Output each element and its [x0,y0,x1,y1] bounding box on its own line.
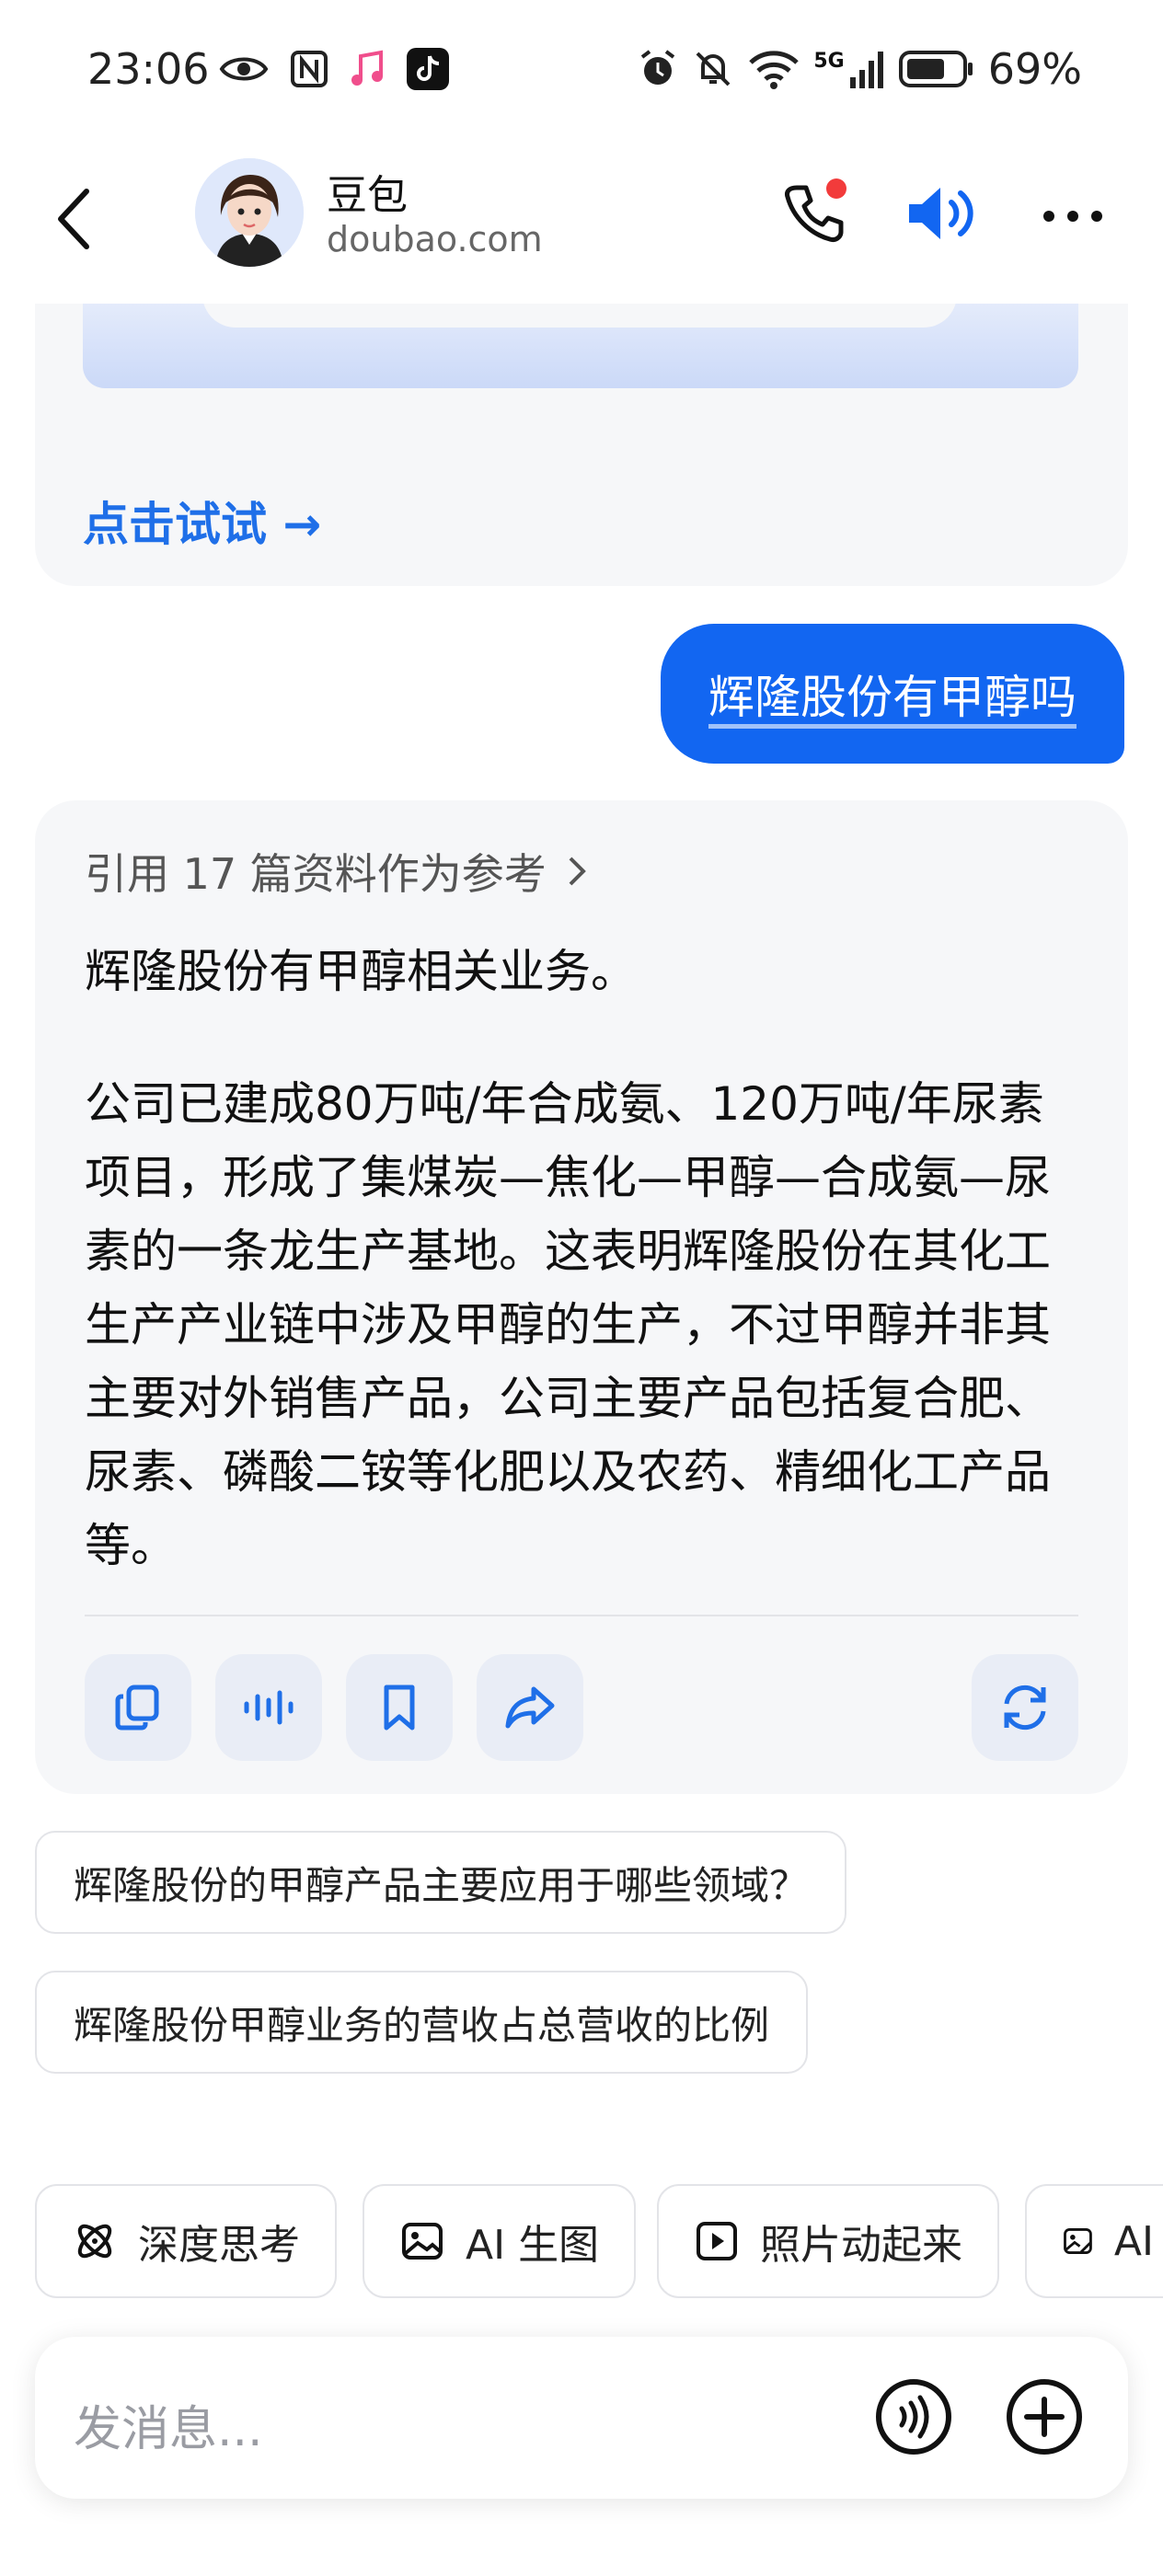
feature-deep-thinking[interactable]: 深度思考 [35,2184,337,2298]
user-message-bubble[interactable]: 辉隆股份有甲醇吗 [661,624,1124,764]
feature-label: AI [1113,2217,1154,2265]
notification-dot [826,178,846,199]
back-arrow-icon[interactable] [48,182,103,256]
nfc-icon [291,51,328,87]
mute-bell-icon [696,52,731,86]
play-icon [697,2222,737,2260]
previous-message-card: 点击试试 → [35,304,1128,586]
share-arrow-icon [505,1686,555,1729]
voice-input-icon[interactable] [874,2377,953,2456]
share-button[interactable] [477,1654,583,1761]
bookmark-button[interactable] [346,1654,453,1761]
chat-header: 豆包 doubao.com [0,147,1163,304]
atom-icon [77,2224,112,2259]
voice-wave-icon [244,1690,294,1725]
battery-percent: 69% [987,44,1082,94]
tiktok-icon [407,48,449,90]
feature-animate-photo[interactable]: 照片动起来 [657,2184,999,2298]
references-link[interactable]: 引用 17 篇资料作为参考 [85,841,589,902]
more-icon[interactable] [1040,202,1106,230]
feature-ai-edit[interactable]: AI [1025,2184,1163,2298]
try-it-link[interactable]: 点击试试 → [83,488,321,554]
refresh-icon [1004,1685,1046,1731]
speaker-icon[interactable] [904,180,979,247]
alarm-icon [641,50,675,85]
bot-avatar[interactable] [195,158,304,267]
user-message-text: 辉隆股份有甲醇吗 [708,671,1077,724]
bot-answer-card: 引用 17 篇资料作为参考 辉隆股份有甲醇相关业务。 公司已建成80万吨/年合成… [35,800,1128,1794]
battery-icon [898,51,973,87]
answer-summary: 辉隆股份有甲醇相关业务。 [85,945,637,998]
suggestion-chip[interactable]: 辉隆股份甲醇业务的营收占总营收的比例 [35,1971,809,2074]
status-bar: 23:06 5G 69% [0,0,1163,138]
image-edit-icon [1064,2228,1092,2254]
feature-label: 深度思考 [138,2222,300,2269]
promo-image [83,304,1078,388]
feature-label: 照片动起来 [760,2222,962,2269]
image-icon [402,2223,443,2260]
wifi-icon [749,51,800,89]
network-label: 5G [813,49,845,73]
copy-icon [115,1685,159,1731]
divider [85,1615,1078,1616]
signal-icon [849,52,883,88]
status-time: 23:06 [87,44,210,94]
suggestion-chip[interactable]: 辉隆股份的甲醇产品主要应用于哪些领域？ [35,1831,847,1934]
copy-button[interactable] [85,1654,191,1761]
plus-icon[interactable] [1005,2377,1084,2456]
bot-domain: doubao.com [327,219,543,259]
bookmark-icon [384,1685,415,1731]
bot-name: 豆包 [327,172,408,219]
answer-detail: 公司已建成80万吨/年合成氨、120万吨/年尿素项目，形成了集煤炭—焦化—甲醇—… [85,1077,1051,1572]
feature-label: AI 生图 [466,2222,600,2269]
message-input-bar: 发消息... [35,2337,1128,2499]
feature-ai-image[interactable]: AI 生图 [363,2184,637,2298]
eye-icon [219,57,269,81]
message-input[interactable]: 发消息... [74,2390,263,2459]
chevron-right-icon [569,857,586,886]
music-icon [351,50,383,86]
read-aloud-button[interactable] [215,1654,322,1761]
regenerate-button[interactable] [972,1654,1078,1761]
references-label: 引用 17 篇资料作为参考 [85,849,547,899]
